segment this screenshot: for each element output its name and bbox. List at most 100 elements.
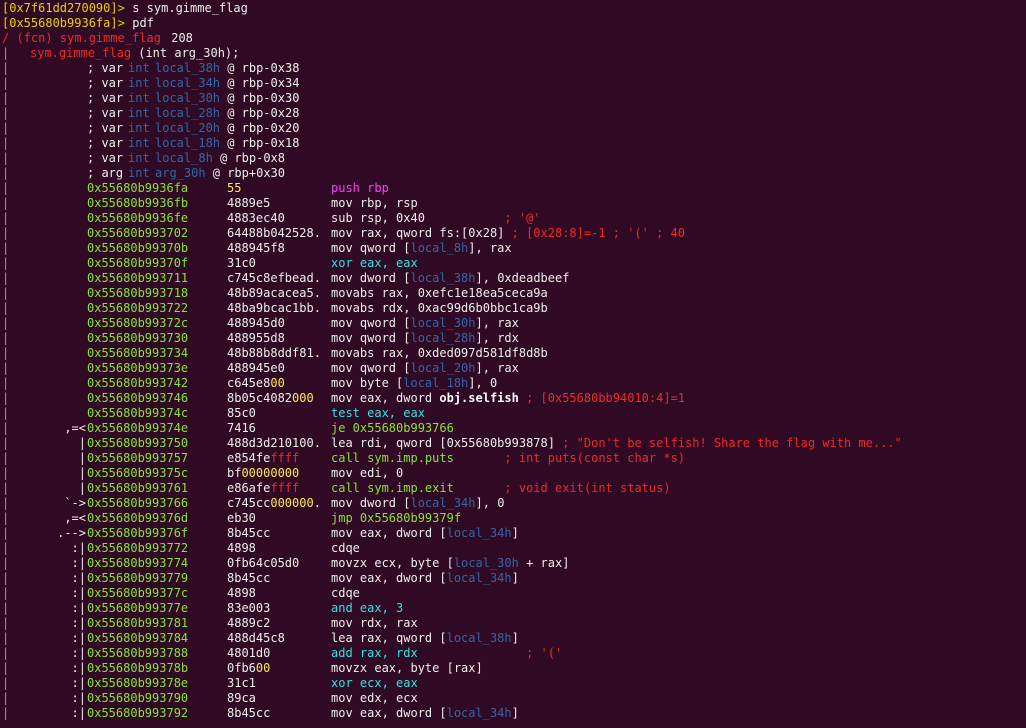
disasm-line[interactable]: | .--> 0x55680b99376f 8b45cc mov eax, dword … xyxy=(0,526,1026,541)
disasm-line[interactable]: | | 0x55680b993761 e86afeffff call sym.imp.e… xyxy=(0,481,1026,496)
disasm-line[interactable]: | 0x55680b99373e 488945e0 mov qword [local_… xyxy=(0,361,1026,376)
disasm-line[interactable]: | ,=< 0x55680b99376d eb30 jmp 0x55680b99379f xyxy=(0,511,1026,526)
disasm-line[interactable]: | 0x55680b993734 48b88b8ddf81. movabs rax, … xyxy=(0,346,1026,361)
disasm-line[interactable]: | | 0x55680b99375c bf00000000 mov edi, 0 xyxy=(0,466,1026,481)
variable-line: | ; var int local_34h @ rbp-0x34 xyxy=(0,76,1026,91)
flow-bar: | xyxy=(2,151,10,165)
command-text: s sym.gimme_flag xyxy=(125,1,248,15)
instruction-text: push rbp xyxy=(331,181,389,196)
instruction-address: 0x55680b993779 xyxy=(87,571,189,585)
comment-text: ; [0x55680bb94010:4]=1 xyxy=(518,391,686,405)
flow-bar: | xyxy=(2,466,10,480)
byte-fragment: 000000 xyxy=(270,496,314,510)
disasm-line[interactable]: | 0x55680b993722 48ba9bcac1bb. movabs rdx, … xyxy=(0,301,1026,316)
local-variable-ref: local_30h xyxy=(453,556,519,570)
branch-arrow: :| xyxy=(71,616,86,630)
comment-text: ; '(' xyxy=(417,646,563,660)
asm-fragment: jmp 0x55680b99379f xyxy=(331,511,462,525)
var-reference: @ rbp-0x18 xyxy=(227,136,300,150)
instruction-text: mov byte [local_18h], 0 xyxy=(331,376,497,391)
disasm-line[interactable]: | 0x55680b99374c 85c0 test eax, eax xyxy=(0,406,1026,421)
byte-fragment: 488d3d210100. xyxy=(227,436,321,450)
asm-fragment: xor eax, eax xyxy=(331,256,418,270)
instruction-bytes: 64488b042528. xyxy=(227,226,321,241)
disasm-line[interactable]: |:| 0x55680b993792 8b45cc mov eax, dword [l… xyxy=(0,706,1026,721)
byte-fragment: 31c1 xyxy=(227,676,256,690)
flow-bar: | xyxy=(2,256,10,270)
disasm-line[interactable]: |:| 0x55680b99378e 31c1 xor ecx, eax xyxy=(0,676,1026,691)
disasm-line[interactable]: | 0x55680b993746 8b05c4082000 mov eax, dwor… xyxy=(0,391,1026,406)
disasm-line[interactable]: | 0x55680b993742 c645e800 mov byte [local_1… xyxy=(0,376,1026,391)
var-reference: @ rbp-0x30 xyxy=(227,91,300,105)
instruction-address: 0x55680b99375c xyxy=(87,466,189,480)
var-keyword: ; var xyxy=(87,136,124,150)
instruction-address: 0x55680b99378b xyxy=(87,661,189,675)
var-keyword: ; var xyxy=(87,151,124,165)
var-type: int xyxy=(128,121,150,135)
flow-bar: | xyxy=(2,211,10,225)
disasm-line[interactable]: | 0x55680b9936fb 4889e5 mov rbp, rsp xyxy=(0,196,1026,211)
var-keyword: ; var xyxy=(87,61,124,75)
var-name: arg_30h xyxy=(155,166,206,180)
instruction-bytes: 4898 xyxy=(227,541,256,556)
flow-bar: | xyxy=(2,166,10,180)
instruction-text: and eax, 3 xyxy=(331,601,403,616)
disasm-line[interactable]: |:| 0x55680b993790 89ca mov edx, ecx xyxy=(0,691,1026,706)
var-name: local_30h xyxy=(155,91,221,105)
asm-fragment: ] xyxy=(511,571,519,585)
disasm-line[interactable]: | 0x55680b99372c 488945d0 mov qword [local_… xyxy=(0,316,1026,331)
instruction-bytes: c745cc000000. xyxy=(227,496,321,511)
disasm-line[interactable]: |:| 0x55680b993772 4898 cdqe xyxy=(0,541,1026,556)
disasm-line[interactable]: |:| 0x55680b993774 0fb64c05d0 movzx ecx, by… xyxy=(0,556,1026,571)
comment-text: ; void exit(int status) xyxy=(453,481,671,495)
disasm-line[interactable]: | | 0x55680b993757 e854feffff call sym.imp.p… xyxy=(0,451,1026,466)
var-name: local_34h xyxy=(155,76,221,90)
flow-bar: | xyxy=(2,541,10,555)
terminal-window[interactable]: [0x7f61dd270090]> s sym.gimme_flag [0x55… xyxy=(0,0,1026,728)
asm-fragment: mov rbp, rsp xyxy=(331,196,418,210)
instruction-bytes: 4889e5 xyxy=(227,196,270,211)
byte-fragment: 488945e0 xyxy=(227,361,285,375)
disasm-line[interactable]: | 0x55680b993718 48b89acacea5. movabs rax, … xyxy=(0,286,1026,301)
instruction-address: 0x55680b99373e xyxy=(87,361,189,375)
asm-fragment: cdqe xyxy=(331,541,360,555)
instruction-address: 0x55680b99370f xyxy=(87,256,189,270)
disasm-line[interactable]: | `-> 0x55680b993766 c745cc000000. mov dword… xyxy=(0,496,1026,511)
var-type: int xyxy=(128,76,150,90)
instruction-address: 0x55680b9936fe xyxy=(87,211,189,225)
flow-bar: | xyxy=(2,196,10,210)
signature-name: sym.gimme_flag xyxy=(30,46,132,60)
var-name: local_20h xyxy=(155,121,221,135)
asm-fragment: lea rax, qword [ xyxy=(331,631,447,645)
comment-text: ; "Don't be selfish! Share the flag with… xyxy=(554,436,902,450)
disasm-line[interactable]: | 0x55680b99370f 31c0 xor eax, eax xyxy=(0,256,1026,271)
asm-fragment: ], rax xyxy=(475,316,519,330)
disasm-line[interactable]: | 0x55680b993711 c745c8efbead. mov dword [l… xyxy=(0,271,1026,286)
local-variable-ref: local_34h xyxy=(446,571,512,585)
flow-bar: | xyxy=(2,406,10,420)
byte-fragment: 8b45cc xyxy=(227,526,271,540)
disasm-line[interactable]: | 0x55680b99370b 488945f8 mov qword [local_… xyxy=(0,241,1026,256)
disasm-line[interactable]: | ,=< 0x55680b99374e 7416 je 0x55680b993766 xyxy=(0,421,1026,436)
disasm-line[interactable]: |:| 0x55680b993779 8b45cc mov eax, dword [l… xyxy=(0,571,1026,586)
disasm-line[interactable]: |:| 0x55680b99377c 4898 cdqe xyxy=(0,586,1026,601)
instruction-address: 0x55680b993722 xyxy=(87,301,189,315)
instruction-text: mov qword [local_8h], rax xyxy=(331,241,512,256)
instruction-text: cdqe xyxy=(331,541,360,556)
disasm-line[interactable]: |:| 0x55680b99378b 0fb600 movzx eax, byte [… xyxy=(0,661,1026,676)
disasm-line[interactable]: | | 0x55680b993750 488d3d210100. lea rdi, qw… xyxy=(0,436,1026,451)
disasm-line[interactable]: |:| 0x55680b99377e 83e003 and eax, 3 xyxy=(0,601,1026,616)
disasm-line[interactable]: |:| 0x55680b993784 488d45c8 lea rax, qword … xyxy=(0,631,1026,646)
asm-fragment: mov edx, ecx xyxy=(331,691,418,705)
disasm-line[interactable]: |:| 0x55680b993781 4889c2 mov rdx, rax xyxy=(0,616,1026,631)
flow-bar: | xyxy=(2,241,10,255)
instruction-address: 0x55680b993750 xyxy=(87,436,189,450)
byte-fragment: 0fb64c05d0 xyxy=(227,556,300,570)
disasm-line[interactable]: | 0x55680b9936fe 4883ec40 sub rsp, 0x40 ; '… xyxy=(0,211,1026,226)
asm-fragment: ], 0 xyxy=(468,376,498,390)
disasm-line[interactable]: | 0x55680b993702 64488b042528. mov rax, qwo… xyxy=(0,226,1026,241)
disasm-line[interactable]: |:| 0x55680b993788 4801d0 add rax, rdx ; '(… xyxy=(0,646,1026,661)
branch-arrow: | xyxy=(78,481,86,495)
disasm-line[interactable]: | 0x55680b9936fa 55 push rbp xyxy=(0,181,1026,196)
disasm-line[interactable]: | 0x55680b993730 488955d8 mov qword [local_… xyxy=(0,331,1026,346)
